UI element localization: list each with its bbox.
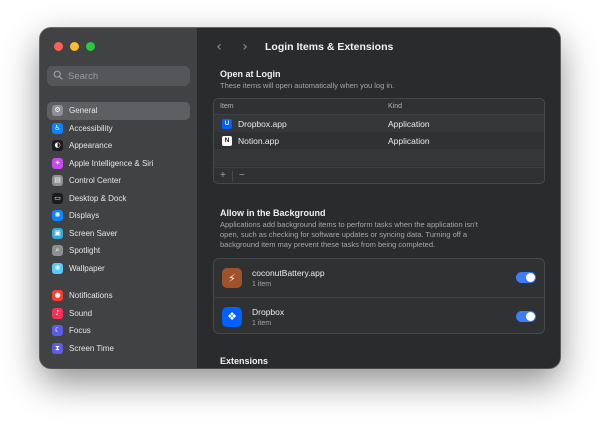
screen-saver-icon: ▣ <box>52 227 63 239</box>
search-placeholder: Search <box>68 70 99 82</box>
item-text: Dropbox 1 item <box>252 307 284 327</box>
wallpaper-icon: ❀ <box>52 262 63 274</box>
dropbox-icon: U <box>222 118 232 129</box>
notifications-icon: ● <box>52 290 63 302</box>
sidebar-item-control-center[interactable]: ▤ Control Center <box>47 172 190 190</box>
list-item: ⚡ coconutBattery.app 1 item <box>214 259 544 297</box>
control-center-icon: ▤ <box>52 175 63 187</box>
sidebar-item-sound[interactable]: ♪ Sound <box>47 305 190 323</box>
open-at-login-title: Open at Login <box>220 69 281 79</box>
background-item-name: coconutBattery.app <box>252 268 325 278</box>
gear-icon: ⚙ <box>52 105 63 117</box>
background-item-toggle[interactable] <box>516 272 536 283</box>
sidebar-item-label: Sound <box>69 308 93 318</box>
background-description: Applications add background items to per… <box>220 220 478 249</box>
sidebar-item-label: Wallpaper <box>69 263 105 273</box>
siri-icon: ✦ <box>52 157 63 169</box>
sidebar-item-general[interactable]: ⚙ General <box>47 102 190 120</box>
zoom-button[interactable] <box>86 42 95 51</box>
remove-button[interactable]: − <box>233 170 251 181</box>
window-controls <box>54 42 95 51</box>
sidebar-item-label: Accessibility <box>69 123 113 133</box>
background-item-name: Dropbox <box>252 306 285 317</box>
item-cell: U Dropbox.app <box>214 118 388 129</box>
item-kind: Application <box>388 135 430 146</box>
sidebar-item-screen-time[interactable]: ⧗ Screen Time <box>47 340 190 358</box>
forward-chevron-icon[interactable]: › <box>235 39 255 55</box>
table-row[interactable]: U Dropbox.app Application <box>214 115 544 132</box>
background-title: Allow in the Background <box>220 208 326 218</box>
settings-window: Search ⚙ General ♿ Accessibility ◐ Appearance… <box>40 28 560 368</box>
item-name: Notion.app <box>238 135 280 146</box>
sidebar-item-label: Displays <box>69 211 100 221</box>
notion-icon: N <box>222 135 232 146</box>
background-item-toggle[interactable] <box>516 311 536 322</box>
item-text: coconutBattery.app 1 item <box>252 268 325 288</box>
background-item-count: 1 item <box>252 319 272 327</box>
sidebar-item-wallpaper[interactable]: ❀ Wallpaper <box>47 260 190 278</box>
dropbox-icon: ❖ <box>222 306 242 327</box>
back-chevron-icon[interactable]: ‹ <box>209 39 229 55</box>
open-at-login-subtitle: These items will open automatically when… <box>220 81 395 90</box>
table-row[interactable]: N Notion.app Application <box>214 132 544 149</box>
table-footer: + − <box>214 167 544 183</box>
sidebar-item-displays[interactable]: ✺ Displays <box>47 207 190 225</box>
focus-icon: ☾ <box>52 325 63 337</box>
accessibility-icon: ♿ <box>52 122 63 134</box>
column-header-item[interactable]: Item <box>214 103 388 110</box>
sidebar-nav: ⚙ General ♿ Accessibility ◐ Appearance ✦ Apple … <box>47 102 190 357</box>
sidebar-group: ● Notifications ♪ Sound ☾ Focus ⧗ Screen Time <box>47 287 190 357</box>
toggle-knob <box>526 312 535 321</box>
add-button[interactable]: + <box>214 170 232 181</box>
toolbar: ‹ › Login Items & Extensions <box>197 36 560 58</box>
spotlight-icon: ⌕ <box>52 245 63 257</box>
sidebar-item-label: Spotlight <box>69 246 101 256</box>
item-kind: Application <box>388 118 430 129</box>
sidebar-item-focus[interactable]: ☾ Focus <box>47 322 190 340</box>
sidebar-item-label: Screen Time <box>69 343 114 353</box>
sound-icon: ♪ <box>52 307 63 319</box>
close-button[interactable] <box>54 42 63 51</box>
sidebar-item-label: Focus <box>69 326 91 336</box>
main-pane: ‹ › Login Items & Extensions Open at Log… <box>197 28 560 368</box>
background-items-list: ⚡ coconutBattery.app 1 item ❖ Dropbox 1 item <box>213 258 545 334</box>
displays-icon: ✺ <box>52 210 63 222</box>
background-item-count: 1 item <box>252 281 272 288</box>
sidebar-item-label: Desktop & Dock <box>69 193 127 203</box>
column-header-kind[interactable]: Kind <box>388 103 402 110</box>
minimize-button[interactable] <box>70 42 79 51</box>
sidebar-item-spotlight[interactable]: ⌕ Spotlight <box>47 242 190 260</box>
empty-table-row <box>214 149 544 166</box>
sidebar-item-label: Screen Saver <box>69 228 118 238</box>
sidebar-item-label: Appearance <box>69 141 113 151</box>
list-item: ❖ Dropbox 1 item <box>214 297 544 333</box>
sidebar-item-label: General <box>69 106 98 116</box>
item-cell: N Notion.app <box>214 135 388 146</box>
sidebar-item-apple-intelligence-siri[interactable]: ✦ Apple Intelligence & Siri <box>47 155 190 173</box>
sidebar-item-appearance[interactable]: ◐ Appearance <box>47 137 190 155</box>
extensions-title: Extensions <box>220 356 269 366</box>
sidebar-item-label: Notifications <box>69 291 113 301</box>
coconutbattery-icon: ⚡ <box>222 268 242 288</box>
dock-icon: ▭ <box>52 192 63 204</box>
sidebar-item-label: Apple Intelligence & Siri <box>69 158 154 168</box>
login-items-table[interactable]: Item Kind U Dropbox.app Application N Notion… <box>213 98 545 184</box>
sidebar-item-desktop-dock[interactable]: ▭ Desktop & Dock <box>47 190 190 208</box>
page-title: Login Items & Extensions <box>265 41 394 53</box>
search-input[interactable]: Search <box>47 66 190 86</box>
item-name: Dropbox.app <box>238 118 287 129</box>
screen-time-icon: ⧗ <box>52 342 63 354</box>
appearance-icon: ◐ <box>52 140 63 152</box>
sidebar: Search ⚙ General ♿ Accessibility ◐ Appearance… <box>40 28 197 368</box>
toggle-knob <box>526 273 535 282</box>
table-header: Item Kind <box>214 99 544 115</box>
sidebar-item-notifications[interactable]: ● Notifications <box>47 287 190 305</box>
sidebar-item-label: Control Center <box>69 176 122 186</box>
sidebar-item-screen-saver[interactable]: ▣ Screen Saver <box>47 225 190 243</box>
sidebar-group: ⚙ General ♿ Accessibility ◐ Appearance ✦ Apple … <box>47 102 190 277</box>
sidebar-item-accessibility[interactable]: ♿ Accessibility <box>47 120 190 138</box>
search-icon <box>53 70 63 83</box>
